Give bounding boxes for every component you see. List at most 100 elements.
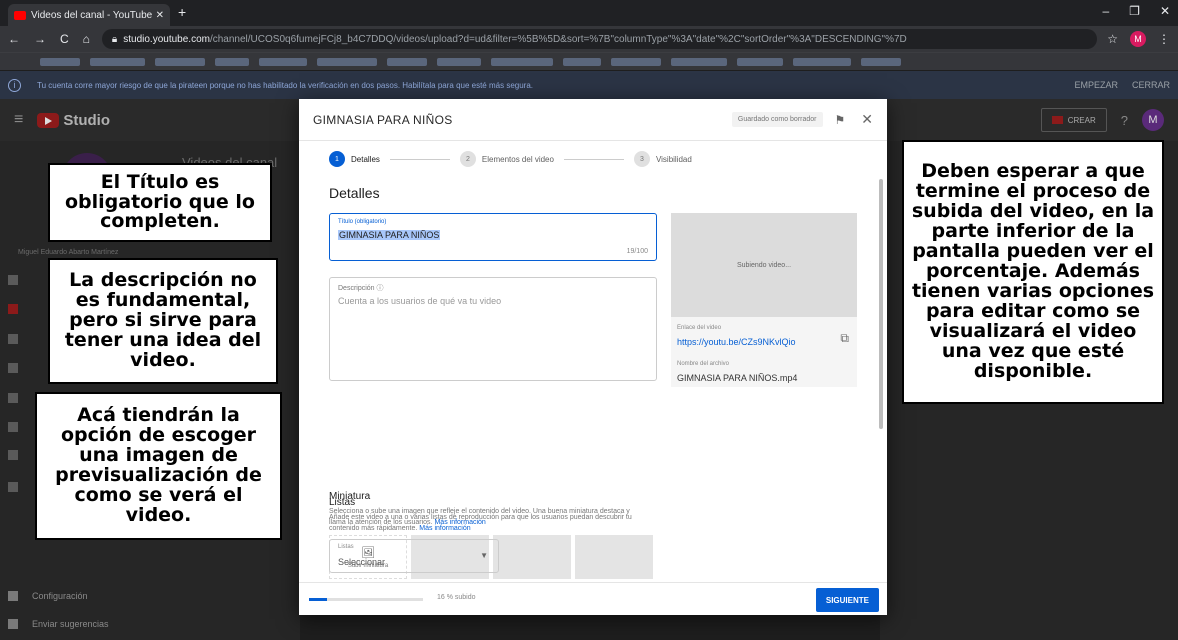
dialog-header: GIMNASIA PARA NIÑOS Guardado como borrad…: [299, 99, 887, 141]
step-label: Detalles: [351, 154, 380, 164]
bookmark-item[interactable]: [155, 57, 205, 66]
minimize-icon[interactable]: –: [1102, 4, 1109, 18]
help-icon[interactable]: ?: [1121, 113, 1128, 128]
tab-close-icon[interactable]: ✕: [156, 10, 164, 21]
comments-icon[interactable]: [8, 393, 18, 403]
menu-icon[interactable]: ≡: [14, 111, 23, 129]
security-warning-bar: i Tu cuenta corre mayor riesgo de que la…: [0, 71, 1178, 99]
step-label: Elementos del video: [481, 154, 554, 164]
video-camera-icon: [1051, 116, 1063, 124]
bookmark-item[interactable]: [387, 57, 427, 66]
upload-dialog: GIMNASIA PARA NIÑOS Guardado como borrad…: [299, 99, 887, 615]
customization-icon[interactable]: [8, 482, 18, 492]
next-button[interactable]: SIGUIENTE: [815, 588, 879, 612]
bookmark-item[interactable]: [437, 57, 481, 66]
channel-name: Miguel Eduardo Abarto Martínez: [18, 249, 119, 256]
browser-menu-icon[interactable]: ⋮: [1158, 32, 1170, 46]
step-number: 2: [459, 151, 476, 167]
step-video-elements[interactable]: 2 Elementos del video: [459, 151, 554, 167]
uploading-status: Subiendo video...: [736, 261, 792, 269]
file-name: GIMNASIA PARA NIÑOS.mp4: [677, 373, 798, 383]
dashboard-icon[interactable]: [8, 275, 18, 285]
upload-progress-text: 16 % subido: [437, 594, 476, 601]
draft-status-badge: Guardado como borrador: [731, 112, 823, 127]
video-link-label: Enlace del video: [677, 325, 722, 331]
window-close-icon[interactable]: ✕: [1160, 4, 1170, 18]
settings-label: Configuración: [32, 591, 88, 601]
step-visibility[interactable]: 3 Visibilidad: [633, 151, 692, 167]
avatar[interactable]: M: [1142, 109, 1164, 131]
title-field[interactable]: Título (obligatorio) GIMNASIA PARA NIÑOS…: [329, 213, 657, 261]
report-icon[interactable]: ⚑: [835, 113, 846, 127]
url-host: studio.youtube.com: [123, 33, 210, 45]
video-link[interactable]: https://youtu.be/CZs9NKvlQio: [677, 337, 796, 347]
analytics-icon[interactable]: [8, 363, 18, 373]
upload-stepper: 1 Detalles 2 Elementos del video 3 Visib…: [329, 149, 849, 169]
content-icon[interactable]: [8, 304, 18, 314]
playlists-more-link[interactable]: Más información: [419, 525, 470, 532]
playlists-hint-text: Añade este video a una o varias listas d…: [329, 514, 632, 532]
bookmark-item[interactable]: [215, 57, 249, 66]
step-connector: [389, 158, 450, 160]
note-description-text: La descripción no es fundamental, pero s…: [64, 269, 262, 371]
back-icon[interactable]: ←: [8, 32, 20, 46]
playlists-icon[interactable]: [8, 334, 18, 344]
chevron-down-icon: ▼: [480, 551, 488, 560]
playlists-select[interactable]: Listas Seleccionar ▼: [329, 539, 499, 573]
subtitles-icon[interactable]: [8, 422, 18, 432]
thumbnail-option[interactable]: [493, 535, 571, 579]
copy-icon[interactable]: ⧉: [840, 331, 849, 346]
playlists-select-label: Listas: [338, 544, 354, 550]
bookmark-item[interactable]: [793, 57, 851, 66]
note-upload: Deben esperar a que termine el proceso d…: [902, 140, 1164, 404]
create-label: CREAR: [1067, 115, 1096, 125]
note-thumbnail: Acá tiendrán la opción de escoger una im…: [35, 392, 282, 540]
bookmark-item[interactable]: [737, 57, 783, 66]
dialog-title: GIMNASIA PARA NIÑOS: [313, 112, 453, 127]
bookmark-item[interactable]: [861, 57, 901, 66]
home-icon[interactable]: ⌂: [83, 32, 90, 46]
new-tab-button[interactable]: +: [178, 4, 186, 20]
note-upload-text: Deben esperar a que termine el proceso d…: [911, 160, 1155, 382]
bookmark-item[interactable]: [40, 57, 80, 66]
create-button[interactable]: CREAR: [1040, 108, 1107, 132]
title-field-label: Título (obligatorio): [338, 219, 387, 225]
close-icon[interactable]: ✕: [861, 111, 873, 128]
reload-icon[interactable]: C: [60, 32, 69, 46]
monetization-icon[interactable]: [8, 450, 18, 460]
step-connector: [563, 158, 624, 160]
title-char-counter: 19/100: [626, 248, 648, 255]
bookmark-item[interactable]: [671, 57, 727, 66]
bookmark-star-icon[interactable]: ☆: [1107, 32, 1118, 46]
feedback-item[interactable]: Enviar sugerencias: [8, 619, 109, 629]
video-preview-panel: Subiendo video... Enlace del video https…: [671, 213, 857, 387]
profile-avatar[interactable]: M: [1130, 31, 1146, 47]
bookmark-item[interactable]: [90, 57, 145, 66]
settings-item[interactable]: Configuración: [8, 591, 88, 601]
bookmark-item[interactable]: [611, 57, 661, 66]
file-name-label: Nombre del archivo: [677, 361, 730, 367]
scrollbar[interactable]: [879, 179, 883, 429]
start-button[interactable]: EMPEZAR: [1074, 80, 1118, 90]
note-description: La descripción no es fundamental, pero s…: [48, 258, 278, 384]
studio-logo[interactable]: Studio: [37, 112, 110, 129]
dialog-footer: 16 % subido SIGUIENTE: [299, 582, 887, 615]
bookmark-item[interactable]: [491, 57, 553, 66]
restore-icon[interactable]: ❐: [1129, 4, 1140, 18]
step-number: 3: [633, 151, 650, 167]
forward-icon[interactable]: →: [34, 32, 46, 46]
description-placeholder: Cuenta a los usuarios de qué va tu video: [338, 296, 502, 306]
url-field[interactable]: 🔒︎ studio.youtube.com/channel/UCOS0q6fum…: [101, 29, 1098, 49]
bookmark-item[interactable]: [563, 57, 601, 66]
bookmark-item[interactable]: [317, 57, 377, 66]
upload-progress-fill: [309, 598, 328, 601]
browser-tab-bar: Videos del canal - YouTube Studi ✕ + – ❐…: [0, 0, 1178, 26]
thumbnail-option[interactable]: [575, 535, 653, 579]
window-controls: – ❐ ✕: [1102, 4, 1170, 18]
browser-tab[interactable]: Videos del canal - YouTube Studi ✕: [8, 4, 170, 26]
bookmark-item[interactable]: [259, 57, 307, 66]
dismiss-button[interactable]: CERRAR: [1132, 80, 1170, 90]
description-field[interactable]: Descripción ⓘ Cuenta a los usuarios de q…: [329, 277, 657, 381]
details-heading: Detalles: [329, 185, 380, 201]
step-details[interactable]: 1 Detalles: [329, 151, 380, 167]
